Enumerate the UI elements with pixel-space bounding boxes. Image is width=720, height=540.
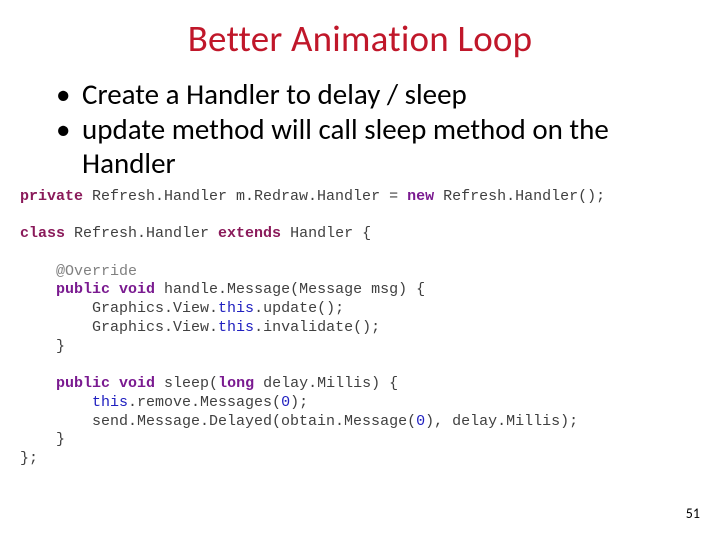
keyword-public: public (56, 281, 110, 298)
code-text: Refresh.Handler (65, 225, 218, 242)
keyword-long: long (218, 375, 254, 392)
code-text: send.Message.Delayed(obtain.Message( (92, 413, 416, 430)
keyword-public: public (56, 375, 110, 392)
code-text: Graphics.View. (92, 300, 218, 317)
code-text: Refresh.Handler(); (434, 188, 605, 205)
keyword-extends: extends (218, 225, 281, 242)
code-text: .remove.Messages( (128, 394, 281, 411)
code-text: } (56, 431, 65, 448)
code-text: ), delay.Millis); (425, 413, 578, 430)
code-text: .update(); (254, 300, 344, 317)
keyword-private: private (20, 188, 83, 205)
number-literal: 0 (281, 394, 290, 411)
keyword-void: void (110, 281, 155, 298)
keyword-void: void (110, 375, 155, 392)
list-item: Create a Handler to delay / sleep (56, 77, 678, 111)
code-text: }; (20, 450, 38, 467)
code-block: private Refresh.Handler m.Redraw.Handler… (0, 182, 720, 469)
code-text: Graphics.View. (92, 319, 218, 336)
list-item: update method will call sleep method on … (56, 112, 678, 180)
slide-title: Better Animation Loop (0, 0, 720, 61)
code-text: } (56, 338, 65, 355)
code-text: Handler { (281, 225, 371, 242)
code-text: Refresh.Handler m.Redraw.Handler = (83, 188, 407, 205)
code-text: ); (290, 394, 308, 411)
keyword-new: new (407, 188, 434, 205)
code-text: .invalidate(); (254, 319, 380, 336)
slide: Better Animation Loop Create a Handler t… (0, 0, 720, 540)
number-literal: 0 (416, 413, 425, 430)
keyword-this: this (218, 300, 254, 317)
keyword-this: this (218, 319, 254, 336)
keyword-this: this (92, 394, 128, 411)
keyword-class: class (20, 225, 65, 242)
annotation-override: @Override (56, 263, 137, 280)
code-text: sleep( (155, 375, 218, 392)
code-text: handle.Message(Message msg) { (155, 281, 425, 298)
code-text: delay.Millis) { (254, 375, 398, 392)
page-number: 51 (686, 505, 700, 522)
bullet-list: Create a Handler to delay / sleep update… (0, 77, 720, 181)
